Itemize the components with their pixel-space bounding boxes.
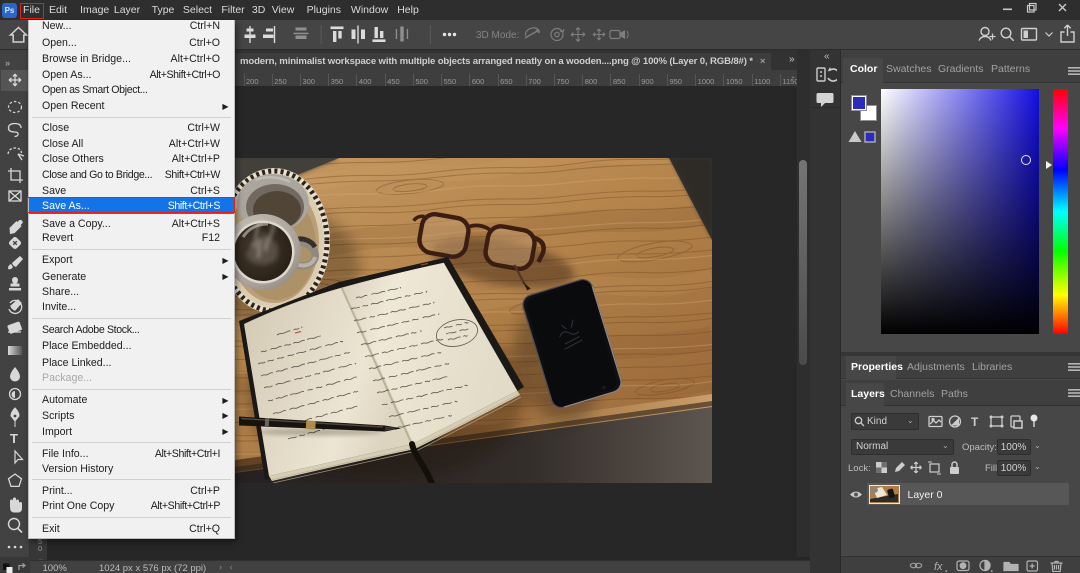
svg-text:T: T — [971, 415, 979, 429]
svg-text:fx: fx — [934, 561, 943, 572]
svg-text:3D Mode:: 3D Mode: — [476, 30, 519, 41]
svg-text:T: T — [10, 431, 18, 446]
svg-text:»: » — [5, 58, 10, 68]
